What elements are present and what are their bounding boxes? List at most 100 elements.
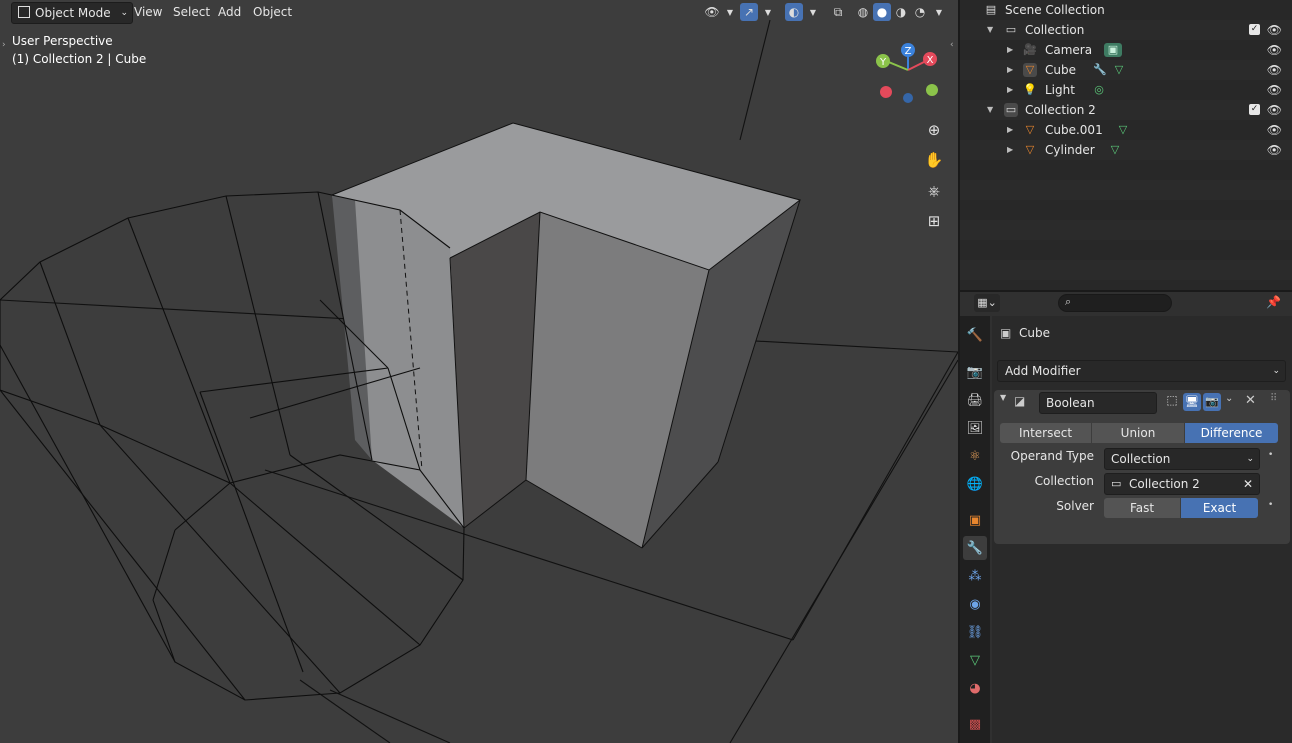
eye-icon[interactable]: 👁 [1267,40,1282,60]
render-camera-icon[interactable]: 📷 [1203,393,1221,411]
outliner-row-cylinder[interactable]: ▶ ▽ Cylinder ▽ 👁 [960,140,1292,160]
add-modifier-dropdown[interactable]: Add Modifier ⌄ [997,360,1286,382]
edit-mode-toggle-icon[interactable]: ⬚ [1163,393,1181,411]
operand-type-dropdown[interactable]: Collection ⌄ [1104,448,1260,470]
solid-shading-icon[interactable]: ● [873,3,891,21]
light-data-icon[interactable]: ◎ [1092,83,1106,97]
expand-triangle-icon[interactable]: ▶ [1007,140,1013,160]
mesh-data-icon[interactable]: ▽ [1116,123,1130,137]
material-shading-icon[interactable]: ◑ [892,3,910,21]
expand-triangle-icon[interactable]: ▶ [1007,40,1013,60]
object-tab-icon[interactable]: ▣ [963,508,987,532]
expand-triangle-icon[interactable]: ▶ [1007,60,1013,80]
navigation-gizmo[interactable]: Z X Y [868,40,948,110]
eye-icon[interactable]: 👁 [1267,100,1282,120]
material-tab-icon[interactable]: ◕ [963,676,987,700]
ortho-grid-icon[interactable]: ⊞ [921,208,947,234]
scene-tab-icon[interactable]: ⚛ [963,444,987,468]
outliner-row-collection-2[interactable]: ▼ ▭ Collection 2 ✓ 👁 [960,100,1292,120]
operation-union-button[interactable]: Union [1092,423,1184,443]
close-icon[interactable]: ✕ [1245,393,1256,408]
boolean-modifier-icon: ◪ [1014,394,1026,408]
gizmo-toggle-icon[interactable]: ↗ [740,3,758,21]
properties-search-input[interactable]: ⌕ [1058,294,1172,312]
mesh-data-icon[interactable]: ▽ [1112,63,1126,77]
exclude-checkbox[interactable]: ✓ [1249,104,1260,115]
keyframe-dot-icon[interactable]: • [1268,450,1273,460]
scene-collection-icon: ▤ [985,3,997,16]
outliner-row-cube[interactable]: ▶ ▽ Cube 🔧 ▽ 👁 [960,60,1292,80]
modifier-name-field[interactable]: Boolean [1039,392,1157,414]
toolbar-expand-icon[interactable]: › [2,40,6,50]
render-tab-icon[interactable]: 📷 [963,360,987,384]
menu-object[interactable]: Object [247,2,298,22]
collapse-triangle-icon[interactable]: ▼ [987,100,993,120]
camera-data-icon[interactable]: ▣ [1104,43,1122,57]
visibility-icon[interactable]: 👁 [703,3,721,21]
outliner-row-collection[interactable]: ▼ ▭ Collection ✓ 👁 [960,20,1292,40]
exclude-checkbox[interactable]: ✓ [1249,24,1260,35]
outliner-row-light[interactable]: ▶ 💡 Light ◎ 👁 [960,80,1292,100]
eye-icon[interactable]: 👁 [1267,140,1282,160]
texture-tab-icon[interactable]: ▩ [963,712,987,736]
overlays-icon[interactable]: ◐ [785,3,803,21]
eye-icon[interactable]: 👁 [1267,120,1282,140]
sidebar-expand-icon[interactable]: ‹ [950,40,954,50]
operation-intersect-button[interactable]: Intersect [1000,423,1091,443]
solver-exact-button[interactable]: Exact [1181,498,1258,518]
viewport-scene[interactable] [0,0,958,743]
operation-difference-button[interactable]: Difference [1185,423,1278,443]
outliner-label: Cube.001 [1045,123,1103,137]
outliner-row-scene-collection[interactable]: ▤ Scene Collection [960,0,1292,20]
pan-hand-icon[interactable]: ✋ [921,147,947,173]
pin-icon[interactable]: 📌 [1266,295,1281,309]
tool-tab-icon[interactable]: 🔨 [963,323,987,347]
menu-add[interactable]: Add [212,2,247,22]
collapse-triangle-icon[interactable]: ▼ [987,20,993,40]
modifier-tab-icon[interactable]: 🔧 [963,536,987,560]
zoom-icon[interactable]: ⊕ [921,117,947,143]
constraints-tab-icon[interactable]: ⛓ [963,620,987,644]
expand-triangle-icon[interactable]: ▶ [1007,80,1013,100]
drag-handle-icon[interactable]: ⠿ [1270,393,1277,404]
expand-triangle-icon[interactable]: ▶ [1007,120,1013,140]
chevron-down-icon[interactable]: ⌄ [1225,393,1233,404]
outliner-empty-row [960,260,1292,280]
menu-view[interactable]: View [128,2,168,22]
mesh-data-icon[interactable]: ▽ [1108,143,1122,157]
menu-select[interactable]: Select [167,2,216,22]
keyframe-dot-icon[interactable]: • [1268,500,1273,510]
chevron-down-icon[interactable]: ▼ [759,3,777,21]
camera-view-icon[interactable]: ⎈ [921,178,947,204]
viewport-display-icon[interactable]: 🖥 [1183,393,1201,411]
3d-viewport[interactable]: Object Mode ⌄ View Select Add Object 👁 ▼ … [0,0,958,743]
chevron-down-icon[interactable]: ▼ [930,3,948,21]
particles-tab-icon[interactable]: ⁂ [963,564,987,588]
physics-tab-icon[interactable]: ◉ [963,592,987,616]
eye-icon[interactable]: 👁 [1267,60,1282,80]
eye-icon[interactable]: 👁 [1267,80,1282,100]
xray-icon[interactable]: ⧉ [829,3,847,21]
clear-icon[interactable]: ✕ [1243,474,1253,494]
wireframe-shading-icon[interactable]: ◍ [854,3,872,21]
mesh-data-tab-icon[interactable]: ▽ [963,648,987,672]
chevron-down-icon[interactable]: ▼ [721,3,739,21]
wrench-modifier-icon[interactable]: 🔧 [1093,63,1107,77]
outliner-panel: ▤ Scene Collection ▼ ▭ Collection ✓ 👁 ▶ … [960,0,1292,290]
outliner-row-camera[interactable]: ▶ 🎥 Camera ▣ 👁 [960,40,1292,60]
output-tab-icon[interactable]: 🖨 [963,388,987,412]
mode-selector[interactable]: Object Mode ⌄ [11,2,133,24]
world-tab-icon[interactable]: 🌐 [963,472,987,496]
neg-x-axis-handle [880,86,892,98]
outliner-label: Cylinder [1045,143,1095,157]
x-axis-label: X [927,55,934,66]
collapse-triangle-icon[interactable]: ▼ [1000,393,1006,402]
editor-type-selector[interactable]: ▦⌄ [974,294,1000,312]
outliner-row-cube-001[interactable]: ▶ ▽ Cube.001 ▽ 👁 [960,120,1292,140]
collection-field[interactable]: ▭ Collection 2 ✕ [1104,473,1260,495]
rendered-shading-icon[interactable]: ◔ [911,3,929,21]
eye-icon[interactable]: 👁 [1267,20,1282,40]
view-layer-tab-icon[interactable]: 🖼 [963,416,987,440]
chevron-down-icon[interactable]: ▼ [804,3,822,21]
solver-fast-button[interactable]: Fast [1104,498,1180,518]
